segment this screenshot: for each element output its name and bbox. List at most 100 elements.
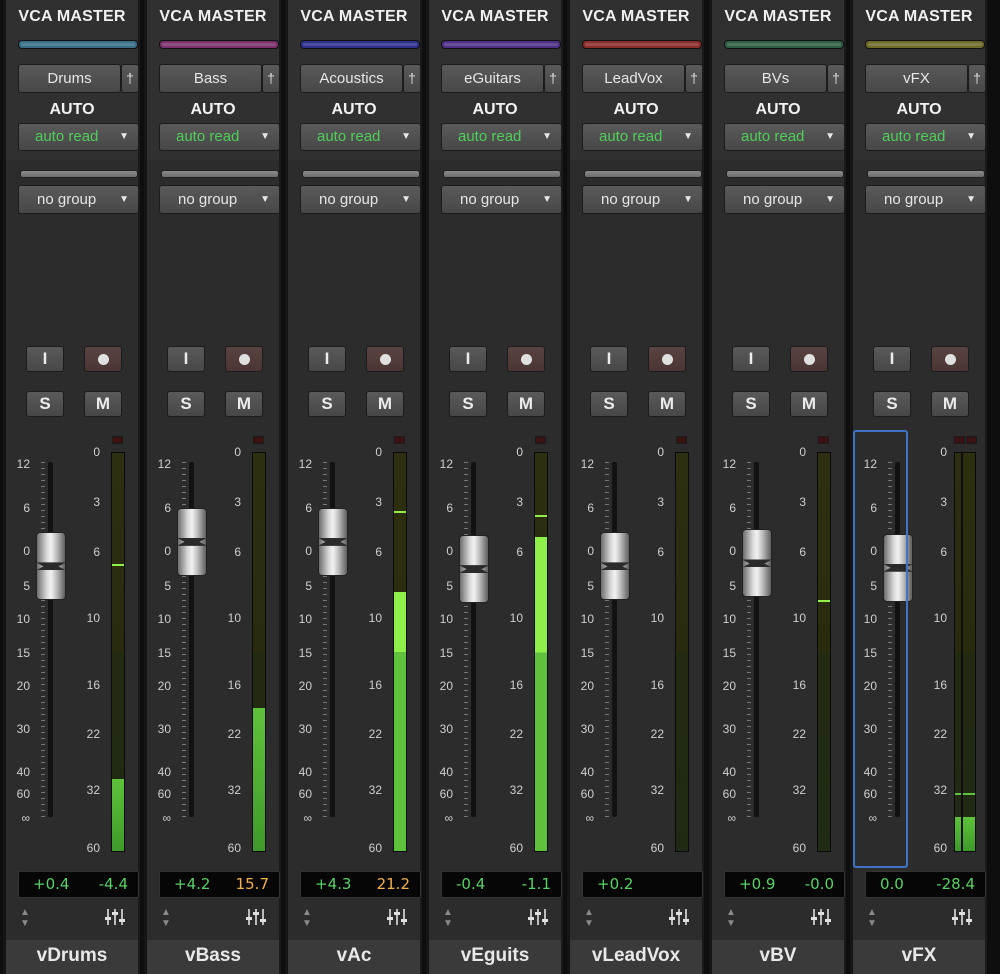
clip-indicator[interactable] [394, 436, 405, 444]
automation-mode-selector[interactable]: auto read ▼ [441, 123, 562, 151]
fader-readout[interactable]: +0.4 -4.4 [18, 871, 139, 898]
track-name[interactable]: vDrums [6, 940, 138, 974]
input-monitor-button[interactable]: I [732, 346, 770, 372]
input-monitor-button[interactable]: I [449, 346, 487, 372]
clip-indicator[interactable] [253, 436, 264, 444]
solo-button[interactable]: S [590, 391, 628, 417]
input-monitor-button[interactable]: I [590, 346, 628, 372]
pin-icon[interactable]: † [544, 64, 562, 93]
fader-readout[interactable]: +4.3 21.2 [300, 871, 421, 898]
clip-indicator[interactable] [818, 436, 829, 444]
group-selector[interactable]: no group ▼ [18, 185, 139, 214]
record-enable-button[interactable] [648, 346, 686, 372]
clip-indicator[interactable] [954, 436, 965, 444]
track-name[interactable]: vAc [288, 940, 420, 974]
mixer-faders-icon[interactable] [810, 907, 832, 927]
automation-mode-selector[interactable]: auto read ▼ [300, 123, 421, 151]
up-down-arrows-icon[interactable]: ▲ ▼ [443, 907, 453, 929]
automation-mode-selector[interactable]: auto read ▼ [724, 123, 845, 151]
group-selector[interactable]: no group ▼ [159, 185, 280, 214]
up-down-arrows-icon[interactable]: ▲ ▼ [584, 907, 594, 929]
track-name[interactable]: vBV [712, 940, 844, 974]
group-selector[interactable]: no group ▼ [724, 185, 845, 214]
mixer-faders-icon[interactable] [245, 907, 267, 927]
solo-button[interactable]: S [167, 391, 205, 417]
fader-readout[interactable]: +0.2 [582, 871, 703, 898]
automation-mode-selector[interactable]: auto read ▼ [865, 123, 986, 151]
mute-button[interactable]: M [366, 391, 404, 417]
up-down-arrows-icon[interactable]: ▲ ▼ [302, 907, 312, 929]
track-name[interactable]: vEguits [429, 940, 561, 974]
track-name[interactable]: vFX [853, 940, 985, 974]
record-enable-button[interactable] [790, 346, 828, 372]
output-selector[interactable]: Bass [159, 64, 262, 93]
clip-indicator[interactable] [676, 436, 687, 444]
volume-fader[interactable] [318, 507, 348, 576]
group-selector[interactable]: no group ▼ [300, 185, 421, 214]
solo-button[interactable]: S [449, 391, 487, 417]
pin-icon[interactable]: † [121, 64, 139, 93]
mixer-faders-icon[interactable] [668, 907, 690, 927]
mute-button[interactable]: M [790, 391, 828, 417]
mixer-faders-icon[interactable] [527, 907, 549, 927]
volume-fader[interactable] [742, 529, 772, 598]
up-down-arrows-icon[interactable]: ▲ ▼ [726, 907, 736, 929]
clip-indicator[interactable] [112, 436, 123, 444]
pin-icon[interactable]: † [827, 64, 845, 93]
output-selector[interactable]: Drums [18, 64, 121, 93]
meter-scale-label: 32 [86, 783, 100, 797]
track-name[interactable]: vBass [147, 940, 279, 974]
up-down-arrows-icon[interactable]: ▲ ▼ [867, 907, 877, 929]
pin-icon[interactable]: † [685, 64, 703, 93]
output-selector[interactable]: eGuitars [441, 64, 544, 93]
automation-mode-selector[interactable]: auto read ▼ [159, 123, 280, 151]
solo-button[interactable]: S [732, 391, 770, 417]
clip-indicator[interactable] [966, 436, 977, 444]
pin-icon[interactable]: † [403, 64, 421, 93]
volume-fader[interactable] [459, 535, 489, 604]
group-selector[interactable]: no group ▼ [441, 185, 562, 214]
solo-button[interactable]: S [873, 391, 911, 417]
mixer-faders-icon[interactable] [386, 907, 408, 927]
mute-button[interactable]: M [931, 391, 969, 417]
mixer-faders-icon[interactable] [951, 907, 973, 927]
output-selector[interactable]: LeadVox [582, 64, 685, 93]
up-down-arrows-icon[interactable]: ▲ ▼ [20, 907, 30, 929]
pin-icon[interactable]: † [968, 64, 986, 93]
record-enable-button[interactable] [366, 346, 404, 372]
group-selector[interactable]: no group ▼ [865, 185, 986, 214]
track-name[interactable]: vLeadVox [570, 940, 702, 974]
output-selector[interactable]: Acoustics [300, 64, 403, 93]
fader-readout[interactable]: 0.0 -28.4 [865, 871, 986, 898]
output-selector[interactable]: BVs [724, 64, 827, 93]
mute-button[interactable]: M [507, 391, 545, 417]
automation-mode-selector[interactable]: auto read ▼ [18, 123, 139, 151]
record-enable-button[interactable] [225, 346, 263, 372]
record-enable-button[interactable] [931, 346, 969, 372]
clip-indicator[interactable] [535, 436, 546, 444]
input-monitor-button[interactable]: I [167, 346, 205, 372]
output-selector[interactable]: vFX [865, 64, 968, 93]
fader-readout[interactable]: +0.9 -0.0 [724, 871, 845, 898]
fader-readout[interactable]: +4.2 15.7 [159, 871, 280, 898]
fader-scale-label: ∞ [21, 811, 30, 825]
record-enable-button[interactable] [507, 346, 545, 372]
input-monitor-button[interactable]: I [26, 346, 64, 372]
automation-mode-selector[interactable]: auto read ▼ [582, 123, 703, 151]
record-enable-button[interactable] [84, 346, 122, 372]
solo-button[interactable]: S [308, 391, 346, 417]
mute-button[interactable]: M [84, 391, 122, 417]
pin-icon[interactable]: † [262, 64, 280, 93]
input-monitor-button[interactable]: I [873, 346, 911, 372]
input-monitor-button[interactable]: I [308, 346, 346, 372]
group-selector[interactable]: no group ▼ [582, 185, 703, 214]
mixer-faders-icon[interactable] [104, 907, 126, 927]
solo-button[interactable]: S [26, 391, 64, 417]
volume-fader[interactable] [36, 532, 66, 601]
up-down-arrows-icon[interactable]: ▲ ▼ [161, 907, 171, 929]
mute-button[interactable]: M [225, 391, 263, 417]
fader-readout[interactable]: -0.4 -1.1 [441, 871, 562, 898]
volume-fader[interactable] [177, 507, 207, 576]
mute-button[interactable]: M [648, 391, 686, 417]
volume-fader[interactable] [600, 532, 630, 601]
